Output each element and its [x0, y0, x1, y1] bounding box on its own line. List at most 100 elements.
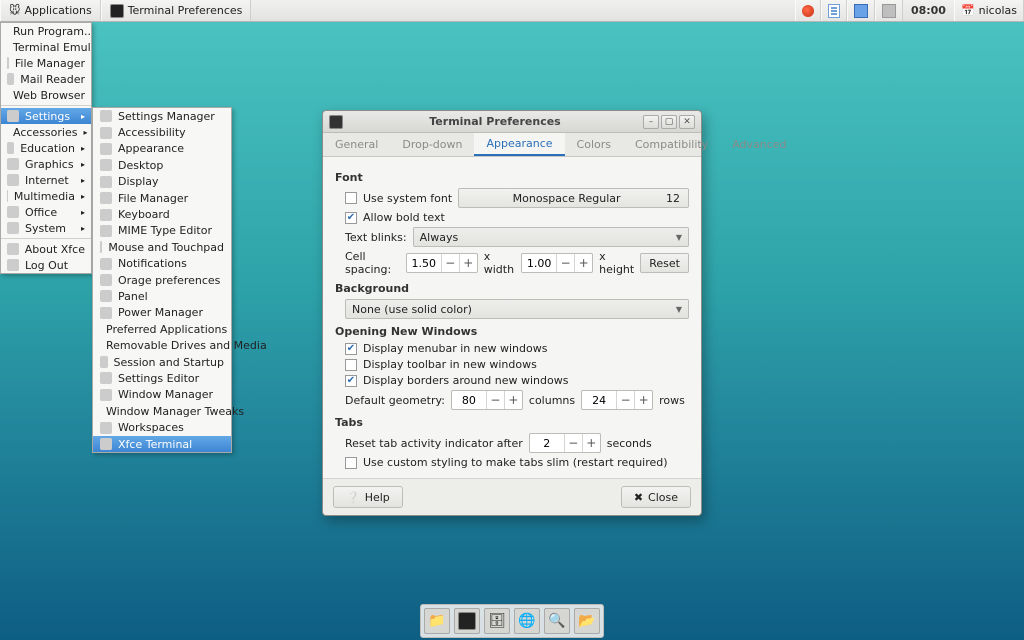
- submenu-item[interactable]: Desktop: [93, 157, 231, 173]
- cell-height-spin[interactable]: − +: [521, 253, 593, 273]
- submenu-item[interactable]: Window Manager Tweaks: [93, 403, 231, 419]
- plus-button[interactable]: +: [634, 391, 652, 409]
- tab-advanced[interactable]: Advanced: [720, 133, 798, 156]
- submenu-item[interactable]: Display: [93, 174, 231, 190]
- appmenu-item[interactable]: Log Out: [1, 257, 91, 273]
- appmenu-item[interactable]: Office▸: [1, 204, 91, 220]
- close-dialog-button[interactable]: ✖ Close: [621, 486, 691, 508]
- appmenu-item[interactable]: Settings▸: [1, 108, 91, 124]
- appmenu-item[interactable]: Run Program...: [1, 23, 91, 39]
- taskbar-window-button[interactable]: Terminal Preferences: [101, 0, 252, 21]
- slim-tabs-checkbox[interactable]: [345, 457, 357, 469]
- tab-compatibility[interactable]: Compatibility: [623, 133, 720, 156]
- display-menubar-checkbox[interactable]: [345, 343, 357, 355]
- appmenu-item[interactable]: About Xfce: [1, 241, 91, 257]
- tray-icon-1[interactable]: [795, 0, 821, 21]
- dock-drives[interactable]: 🗄: [484, 608, 510, 634]
- tab-appearance[interactable]: Appearance: [474, 133, 564, 156]
- dock-folder[interactable]: 📂: [574, 608, 600, 634]
- appmenu-item[interactable]: Terminal Emulator: [1, 39, 91, 55]
- appmenu-item[interactable]: System▸: [1, 220, 91, 236]
- reset-cell-spacing-button[interactable]: Reset: [640, 253, 689, 273]
- plus-button[interactable]: +: [459, 254, 477, 272]
- cell-width-input[interactable]: [407, 257, 441, 270]
- columns-spin[interactable]: − +: [451, 390, 523, 410]
- minus-button[interactable]: −: [441, 254, 459, 272]
- tray-icon-2[interactable]: [821, 0, 847, 21]
- applications-menu: Run Program... Terminal EmulatorFile Mana…: [0, 22, 92, 274]
- display-borders-checkbox[interactable]: [345, 375, 357, 387]
- submenu-item[interactable]: Settings Editor: [93, 370, 231, 386]
- minus-button[interactable]: −: [556, 254, 574, 272]
- user-button[interactable]: nicolas: [954, 0, 1024, 21]
- menu-item-label: Terminal Emulator: [13, 41, 91, 54]
- submenu-item[interactable]: File Manager: [93, 190, 231, 206]
- submenu-item[interactable]: Removable Drives and Media: [93, 337, 231, 353]
- tab-general[interactable]: General: [323, 133, 390, 156]
- background-mode-combo[interactable]: None (use solid color) ▼: [345, 299, 689, 319]
- appmenu-item[interactable]: Graphics▸: [1, 156, 91, 172]
- display-toolbar-checkbox[interactable]: [345, 359, 357, 371]
- submenu-item[interactable]: Workspaces: [93, 419, 231, 435]
- close-button[interactable]: ✕: [679, 115, 695, 129]
- use-system-font-checkbox[interactable]: [345, 192, 357, 204]
- titlebar[interactable]: Terminal Preferences – ▢ ✕: [323, 111, 701, 133]
- submenu-item[interactable]: Mouse and Touchpad: [93, 239, 231, 255]
- dock-file-manager[interactable]: 📁: [424, 608, 450, 634]
- submenu-item[interactable]: Appearance: [93, 141, 231, 157]
- submenu-item[interactable]: Window Manager: [93, 387, 231, 403]
- rows-spin[interactable]: − +: [581, 390, 653, 410]
- appmenu-item[interactable]: Multimedia▸: [1, 188, 91, 204]
- submenu-item[interactable]: Keyboard: [93, 206, 231, 222]
- submenu-item[interactable]: Accessibility: [93, 124, 231, 140]
- submenu-item[interactable]: Xfce Terminal: [93, 436, 231, 452]
- minus-button[interactable]: −: [486, 391, 504, 409]
- appmenu-item[interactable]: Accessories▸: [1, 124, 91, 140]
- submenu-item[interactable]: Preferred Applications: [93, 321, 231, 337]
- columns-input[interactable]: [452, 394, 486, 407]
- seconds-input[interactable]: [530, 437, 564, 450]
- allow-bold-checkbox[interactable]: [345, 212, 357, 224]
- clock[interactable]: 08:00: [903, 0, 954, 21]
- tab-colors[interactable]: Colors: [565, 133, 623, 156]
- tray-icon-3[interactable]: [847, 0, 875, 21]
- cell-height-input[interactable]: [522, 257, 556, 270]
- minus-button[interactable]: −: [616, 391, 634, 409]
- help-button[interactable]: ❔ Help: [333, 486, 403, 508]
- menu-item-label: Keyboard: [118, 208, 170, 221]
- menu-item-label: Panel: [118, 290, 148, 303]
- submenu-item[interactable]: Panel: [93, 288, 231, 304]
- dock-search[interactable]: 🔍: [544, 608, 570, 634]
- columns-label: columns: [529, 394, 575, 407]
- submenu-item[interactable]: Session and Startup: [93, 354, 231, 370]
- submenu-item[interactable]: Notifications: [93, 256, 231, 272]
- dock-web-browser[interactable]: 🌐: [514, 608, 540, 634]
- menu-item-icon: [7, 57, 9, 69]
- appmenu-item[interactable]: Education▸: [1, 140, 91, 156]
- applications-menu-button[interactable]: Applications: [0, 0, 101, 21]
- plus-button[interactable]: +: [582, 434, 600, 452]
- menu-item-label: Notifications: [118, 257, 187, 270]
- rows-input[interactable]: [582, 394, 616, 407]
- plus-button[interactable]: +: [504, 391, 522, 409]
- appmenu-item[interactable]: Web Browser: [1, 87, 91, 103]
- minus-button[interactable]: −: [564, 434, 582, 452]
- appmenu-item[interactable]: Internet▸: [1, 172, 91, 188]
- appmenu-item[interactable]: Mail Reader: [1, 71, 91, 87]
- cell-width-spin[interactable]: − +: [406, 253, 478, 273]
- plus-button[interactable]: +: [574, 254, 592, 272]
- submenu-item[interactable]: Power Manager: [93, 305, 231, 321]
- submenu-item[interactable]: Settings Manager: [93, 108, 231, 124]
- tab-drop-down[interactable]: Drop-down: [390, 133, 474, 156]
- submenu-item[interactable]: MIME Type Editor: [93, 223, 231, 239]
- font-name: Monospace Regular: [467, 192, 666, 205]
- dock-terminal[interactable]: [454, 608, 480, 634]
- font-chooser-button[interactable]: Monospace Regular 12: [458, 188, 689, 208]
- tray-icon-4[interactable]: [875, 0, 903, 21]
- submenu-item[interactable]: Orage preferences: [93, 272, 231, 288]
- minimize-button[interactable]: –: [643, 115, 659, 129]
- seconds-spin[interactable]: − +: [529, 433, 601, 453]
- text-blinks-combo[interactable]: Always ▼: [413, 227, 689, 247]
- maximize-button[interactable]: ▢: [661, 115, 677, 129]
- appmenu-item[interactable]: File Manager: [1, 55, 91, 71]
